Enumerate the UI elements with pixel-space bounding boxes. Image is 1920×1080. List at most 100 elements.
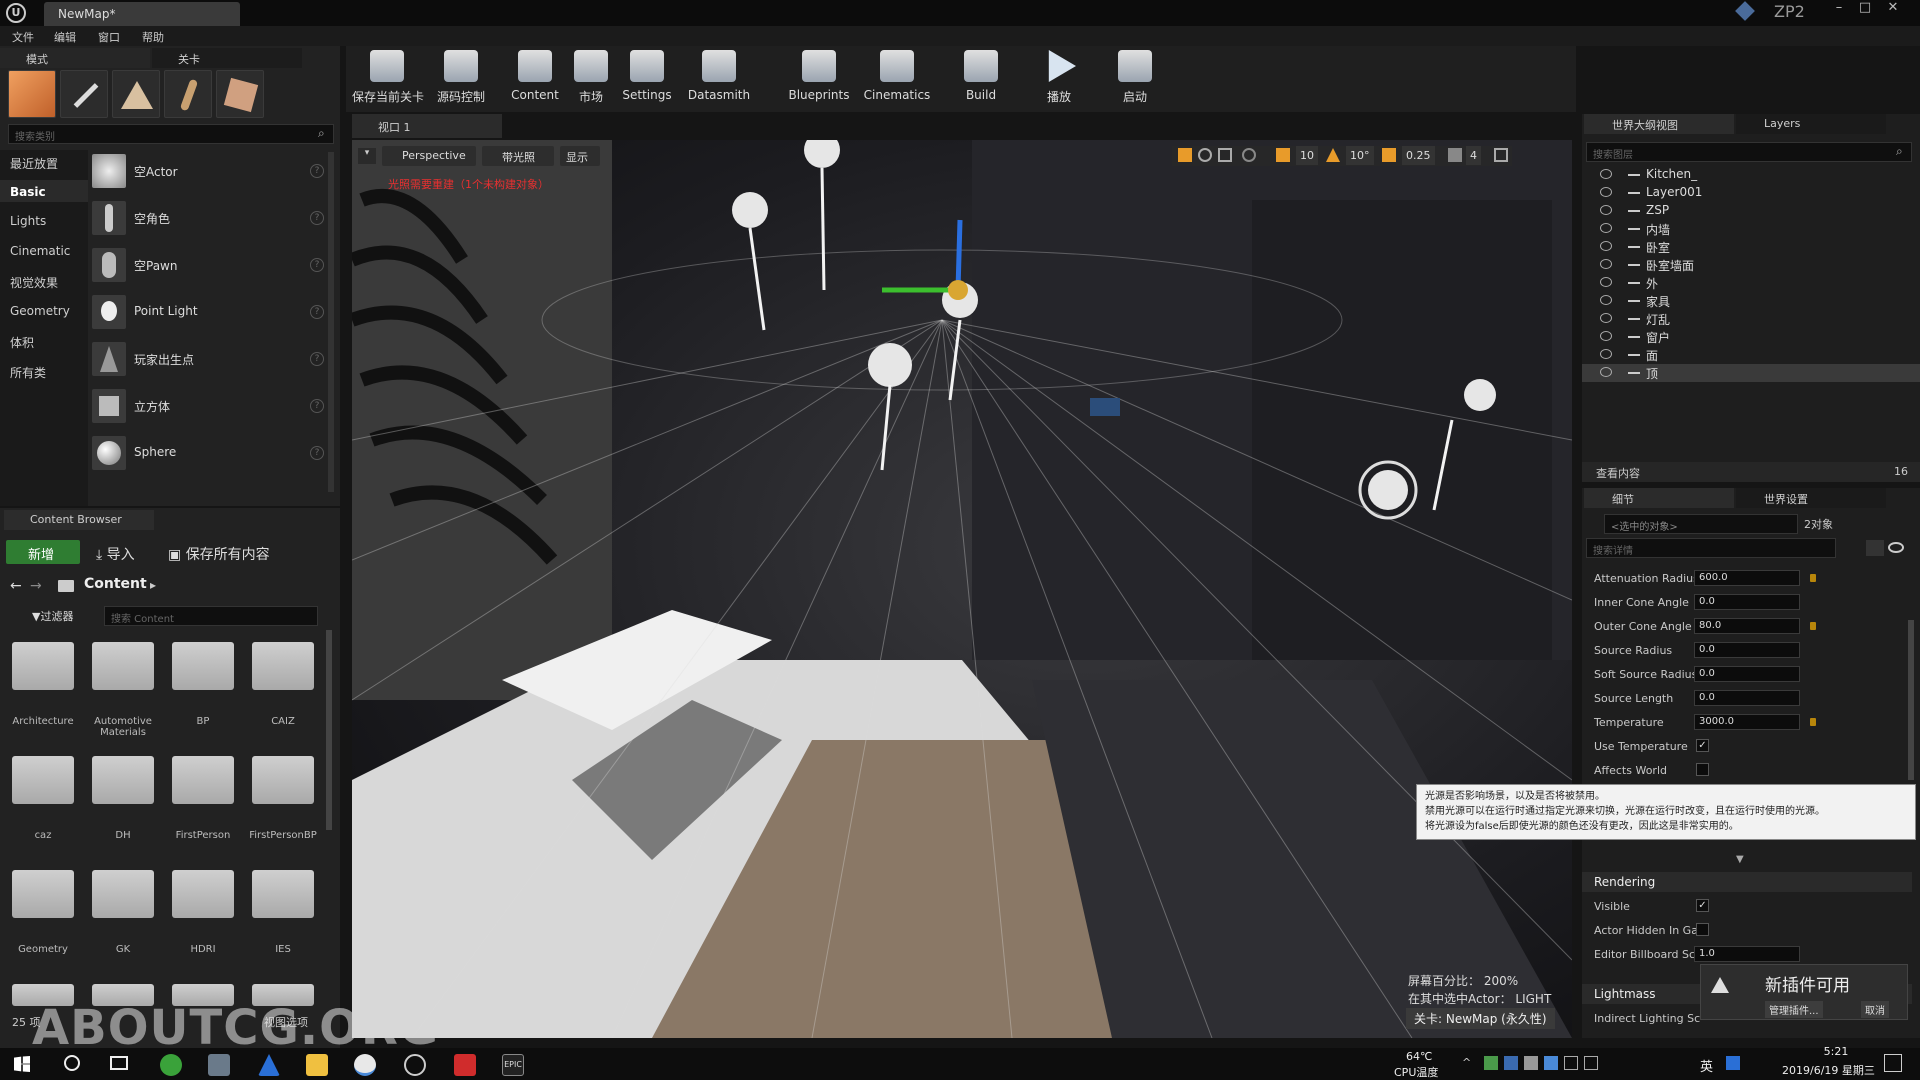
foliage-mode-icon[interactable] [164,70,212,118]
folder-icon[interactable] [92,642,154,690]
layer-row[interactable]: Kitchen_ [1582,166,1920,184]
save-current-level-button[interactable]: 保存当前关卡 [352,50,424,110]
show-button[interactable]: 显示 [560,146,600,166]
layer-row[interactable]: 窗户 [1582,328,1920,346]
place-item-cube[interactable]: 立方体? [92,387,324,427]
cloud-icon[interactable] [1524,1056,1538,1070]
property-input[interactable]: 80.0 [1694,618,1800,634]
view-mode-button[interactable]: 带光照 [482,146,554,166]
folder-icon[interactable] [252,642,314,690]
grid-snap-value[interactable]: 10 [1296,146,1318,165]
import-button[interactable]: ⤓ 导入 [96,544,135,570]
search-icon[interactable] [64,1055,80,1071]
category-cinematic[interactable]: Cinematic [10,244,70,258]
gizmo-z-axis[interactable] [955,219,963,291]
tab-details[interactable]: 细节 [1584,488,1734,508]
add-new-button[interactable]: 新增 [6,540,80,564]
tab-world-settings[interactable]: 世界设置 [1736,488,1886,508]
network-icon[interactable] [1564,1056,1578,1070]
eye-icon[interactable] [1600,223,1612,233]
layer-row[interactable]: 外 [1582,274,1920,292]
document-tab[interactable]: NewMap* [44,2,240,26]
rotate-icon[interactable] [1198,148,1212,162]
property-input[interactable]: 0.0 [1694,690,1800,706]
content-search-input[interactable]: 搜索 Content [104,606,318,626]
launch-button[interactable]: 启动 [1100,50,1170,110]
layer-row[interactable]: ZSP [1582,202,1920,220]
folder-icon[interactable] [252,756,314,804]
folder-icon[interactable] [12,642,74,690]
eye-icon[interactable] [1600,241,1612,251]
level-viewport[interactable]: ▾ Perspective 带光照 显示 光照需要重建（1个未构建对象） 10 … [352,140,1572,1038]
place-mode-icon[interactable] [8,70,56,118]
place-item-player-start[interactable]: 玩家出生点? [92,340,324,380]
landscape-mode-icon[interactable] [112,70,160,118]
steam-icon[interactable] [404,1054,426,1076]
content-scrollbar[interactable] [326,630,332,830]
filters-button[interactable]: ▼过滤器 [32,608,73,624]
layer-row[interactable]: 灯乱 [1582,310,1920,328]
build-button[interactable]: Build [946,50,1016,110]
place-item-point-light[interactable]: Point Light? [92,293,324,333]
property-input[interactable]: 3000.0 [1694,714,1800,730]
unreal-logo-icon[interactable]: U [6,3,26,23]
tab-world-outliner[interactable]: 世界大纲视图 [1584,114,1734,134]
folder-icon[interactable] [172,642,234,690]
eye-icon[interactable] [1600,313,1612,323]
scale-snap-value[interactable]: 0.25 [1402,146,1435,165]
eye-icon[interactable] [1600,367,1612,377]
eye-icon[interactable] [1600,295,1612,305]
datasmith-button[interactable]: Datasmith [684,50,754,110]
layer-row[interactable]: 面 [1582,346,1920,364]
paint-mode-icon[interactable] [60,70,108,118]
eye-icon[interactable] [1600,277,1612,287]
expand-advanced-icon[interactable]: ▼ [1736,854,1744,865]
visible-checkbox[interactable]: ✓ [1696,899,1709,912]
property-matrix-icon[interactable] [1866,540,1884,556]
affects-world-checkbox[interactable] [1696,763,1709,776]
minimize-icon[interactable]: – [1828,0,1850,18]
cinematics-button[interactable]: Cinematics [862,50,932,110]
volume-icon[interactable] [1584,1056,1598,1070]
billboard-scale-input[interactable]: 1.0 [1694,946,1800,962]
rendering-category[interactable]: Rendering [1582,872,1912,892]
back-arrow-icon[interactable]: ← [10,578,22,594]
close-icon[interactable]: ✕ [1882,0,1904,18]
explorer-app-icon[interactable] [208,1054,230,1076]
property-input[interactable]: 0.0 [1694,642,1800,658]
details-search-input[interactable]: 搜索详情 [1586,538,1836,558]
reset-to-default-icon[interactable] [1810,622,1816,630]
ime-indicator[interactable]: 英 [1700,1056,1713,1075]
tab-content-browser[interactable]: Content Browser [4,510,154,530]
world-space-icon[interactable] [1242,148,1256,162]
category-recent[interactable]: 最近放置 [10,155,58,172]
help-icon[interactable]: ? [310,352,324,366]
layer-row[interactable]: Layer001 [1582,184,1920,202]
selection-name-field[interactable]: <选中的对象> [1604,514,1798,534]
place-scrollbar[interactable] [328,152,334,492]
menu-file[interactable]: 文件 [12,29,34,45]
details-scrollbar[interactable] [1908,620,1914,780]
scale-snap-icon[interactable] [1382,148,1396,162]
geometry-edit-mode-icon[interactable] [216,70,264,118]
settings-button[interactable]: Settings [612,50,682,110]
property-input[interactable]: 0.0 [1694,594,1800,610]
play-button[interactable]: 播放 [1024,50,1094,110]
wechat-icon[interactable] [160,1054,182,1076]
blueprints-button[interactable]: Blueprints [784,50,854,110]
clock-date[interactable]: 2019/6/19 星期三 [1782,1062,1875,1078]
tab-levels[interactable]: 关卡 [152,48,302,68]
category-all-classes[interactable]: 所有类 [10,364,46,381]
reset-to-default-icon[interactable] [1810,574,1816,582]
category-lights[interactable]: Lights [10,214,46,228]
place-item-empty-actor[interactable]: 空Actor? [92,152,324,192]
eye-icon[interactable] [1600,349,1612,359]
menu-window[interactable]: 窗口 [98,29,120,45]
epic-games-icon[interactable]: EPIC [502,1054,524,1076]
eye-icon[interactable] [1600,259,1612,269]
folder-icon[interactable] [12,756,74,804]
folder-icon[interactable] [252,870,314,918]
eye-icon[interactable] [1600,187,1612,197]
save-all-button[interactable]: ▣ 保存所有内容 [168,544,270,570]
layer-row[interactable]: 卧室墙面 [1582,256,1920,274]
